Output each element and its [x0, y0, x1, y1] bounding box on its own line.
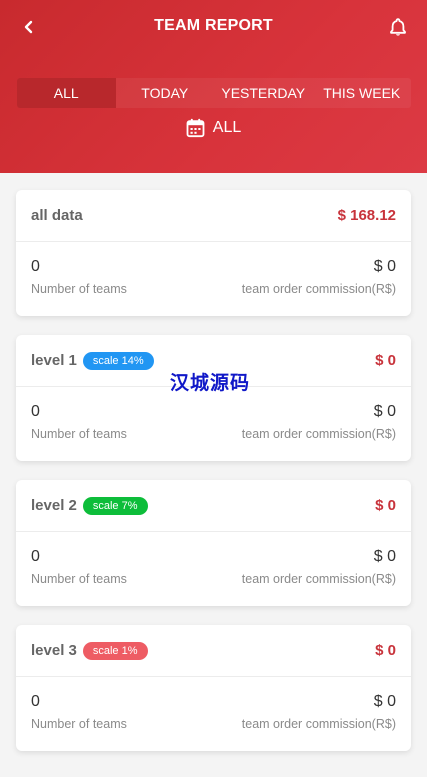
card-body: 0 Number of teams $ 0 team order commiss… [16, 387, 411, 441]
summary-card-level-3: level 3 scale 1% $ 0 0 Number of teams $… [16, 625, 411, 751]
tab-today[interactable]: TODAY [116, 78, 215, 108]
commission-value: $ 0 [373, 548, 396, 565]
card-title: level 3 [31, 642, 77, 659]
teams-value: 0 [31, 548, 40, 565]
teams-label: Number of teams [31, 282, 127, 296]
date-filter-label: ALL [212, 119, 242, 136]
summary-card-level-2: level 2 scale 7% $ 0 0 Number of teams $… [16, 480, 411, 606]
teams-label: Number of teams [31, 427, 127, 441]
card-header: level 2 scale 7% $ 0 [16, 480, 411, 532]
card-body: 0 Number of teams $ 0 team order commiss… [16, 242, 411, 296]
tab-label: YESTERDAY [221, 85, 306, 101]
tab-all[interactable]: ALL [17, 78, 116, 108]
teams-label: Number of teams [31, 717, 127, 731]
commission-value: $ 0 [373, 693, 396, 710]
card-title: level 2 [31, 497, 77, 514]
tab-this-week[interactable]: THIS WEEK [313, 78, 412, 108]
card-amount: $ 0 [375, 352, 396, 369]
page-title: TEAM REPORT [154, 17, 273, 34]
commission-label: team order commission(R$) [241, 572, 396, 586]
teams-label: Number of teams [31, 572, 127, 586]
tab-yesterday[interactable]: YESTERDAY [214, 78, 313, 108]
date-filter[interactable]: ALL [0, 118, 427, 138]
card-amount: $ 0 [375, 642, 396, 659]
tab-label: TODAY [141, 85, 189, 101]
scale-badge: scale 1% [82, 641, 148, 660]
card-title: level 1 [31, 352, 77, 369]
teams-value: 0 [31, 693, 40, 710]
card-header: level 3 scale 1% $ 0 [16, 625, 411, 677]
notifications-button[interactable] [387, 16, 409, 38]
scale-badge: scale 7% [82, 496, 148, 515]
scale-badge: scale 14% [82, 351, 154, 370]
commission-label: team order commission(R$) [241, 427, 396, 441]
commission-label: team order commission(R$) [241, 282, 396, 296]
card-body: 0 Number of teams $ 0 team order commiss… [16, 532, 411, 586]
card-amount: $ 0 [375, 497, 396, 514]
bell-icon [390, 18, 406, 36]
commission-label: team order commission(R$) [241, 717, 396, 731]
header-bar: TEAM REPORT ALL TODAY YESTERDAY THIS WEE… [0, 0, 427, 173]
tab-label: ALL [53, 85, 79, 101]
commission-value: $ 0 [373, 258, 396, 275]
card-header: all data $ 168.12 [16, 190, 411, 242]
commission-value: $ 0 [373, 403, 396, 420]
period-tabs: ALL TODAY YESTERDAY THIS WEEK [17, 78, 411, 108]
summary-card-level-1: level 1 scale 14% $ 0 0 Number of teams … [16, 335, 411, 461]
watermark-text: 汉城源码 [170, 373, 251, 394]
tab-label: THIS WEEK [323, 85, 401, 101]
card-title: all data [31, 207, 83, 224]
summary-card-all: all data $ 168.12 0 Number of teams $ 0 … [16, 190, 411, 316]
card-body: 0 Number of teams $ 0 team order commiss… [16, 677, 411, 731]
card-amount: $ 168.12 [337, 207, 396, 224]
teams-value: 0 [31, 403, 40, 420]
calendar-icon [186, 118, 205, 138]
teams-value: 0 [31, 258, 40, 275]
